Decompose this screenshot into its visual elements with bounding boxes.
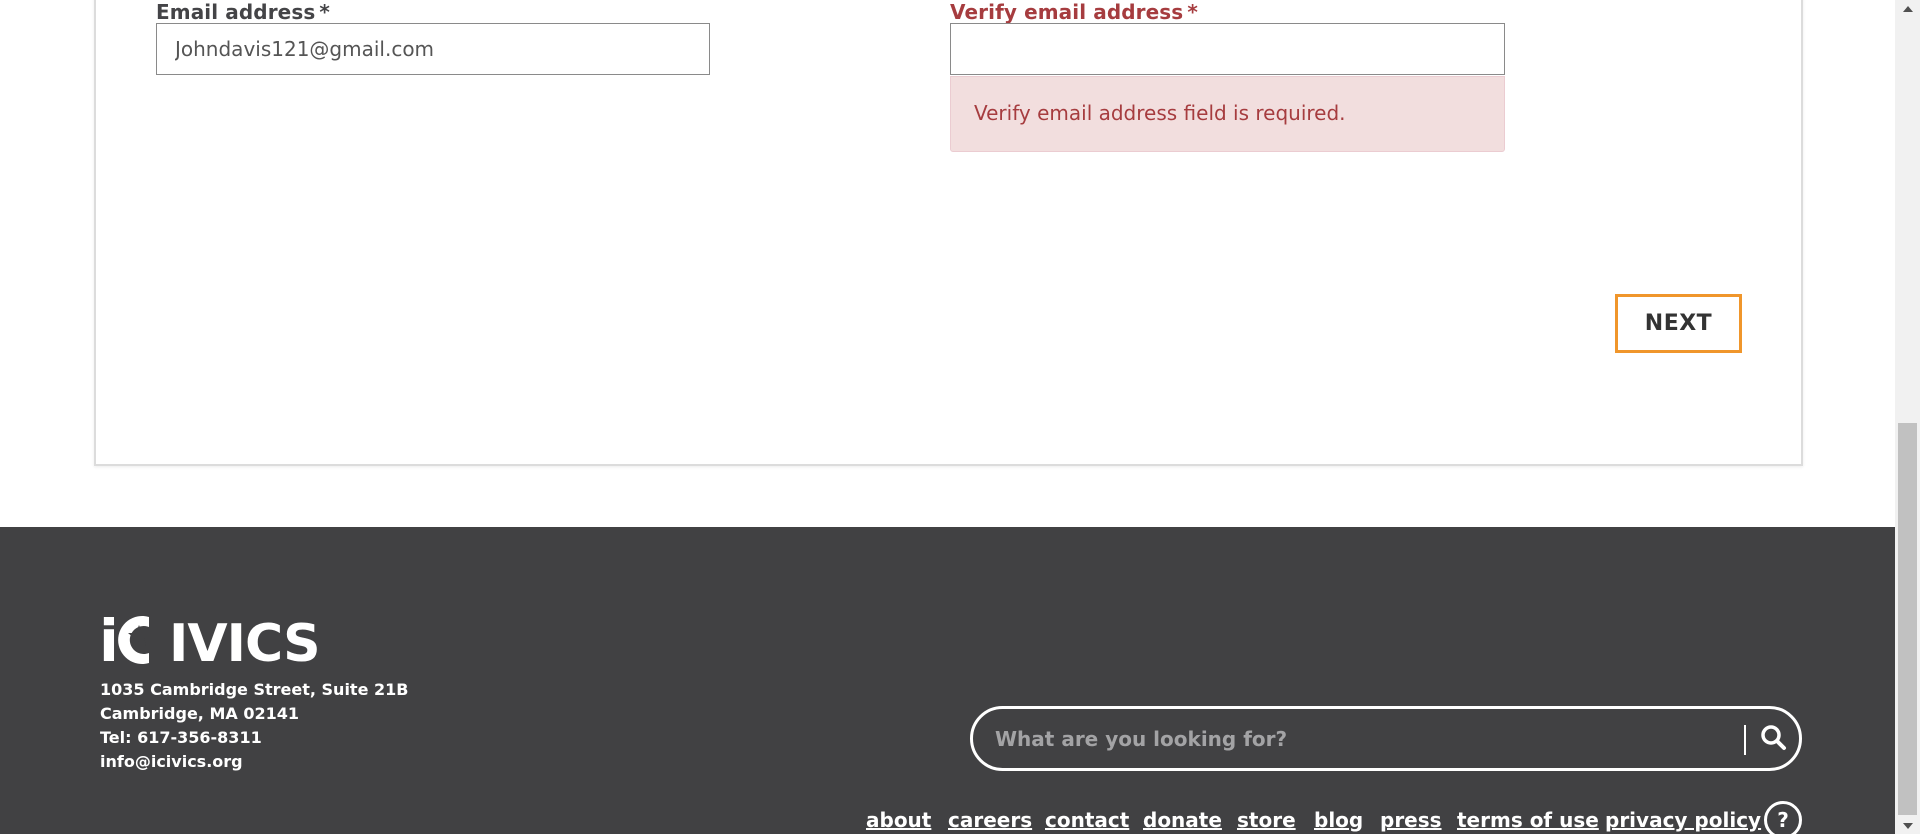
footer-link-privacy-policy[interactable]: privacy policy (1605, 808, 1761, 832)
scrollbar-thumb[interactable] (1898, 423, 1917, 815)
footer-link-press[interactable]: press (1380, 808, 1442, 832)
required-mark: * (1187, 0, 1198, 24)
address-line-2: Cambridge, MA 02141 (100, 704, 299, 723)
address-line-1: 1035 Cambridge Street, Suite 21B (100, 680, 409, 699)
help-icon[interactable]: ? (1764, 801, 1802, 834)
svg-text:i: i (99, 611, 117, 667)
footer-link-terms-of-use[interactable]: terms of use (1457, 808, 1599, 832)
scrollbar[interactable] (1895, 0, 1920, 834)
icivics-logo[interactable]: i IVICS (99, 607, 329, 675)
footer-search (970, 706, 1802, 771)
next-button[interactable]: NEXT (1615, 294, 1742, 353)
footer-link-store[interactable]: store (1237, 808, 1296, 832)
icivics-logo-icon: i IVICS (99, 607, 321, 675)
email-label: Email address * (156, 0, 330, 24)
registration-form-card: Email address* Verify email address* Ver… (94, 0, 1803, 466)
svg-text:IVICS: IVICS (169, 614, 320, 667)
search-icon[interactable] (1757, 721, 1791, 757)
chevron-down-icon[interactable] (1895, 817, 1920, 834)
chevron-up-icon[interactable] (1895, 0, 1920, 17)
footer-link-careers[interactable]: careers (948, 808, 1032, 832)
search-input[interactable] (995, 719, 1715, 759)
footer-link-donate[interactable]: donate (1143, 808, 1222, 832)
page: Email address* Verify email address* Ver… (0, 0, 1895, 834)
footer-link-blog[interactable]: blog (1314, 808, 1363, 832)
required-mark: * (319, 0, 330, 24)
search-divider (1744, 725, 1746, 755)
email-field[interactable] (156, 23, 710, 75)
verify-email-error: Verify email address field is required. (950, 76, 1505, 152)
phone-number: Tel: 617-356-8311 (100, 728, 262, 747)
contact-email-link[interactable]: info@icivics.org (100, 752, 243, 771)
footer-link-about[interactable]: about (866, 808, 931, 832)
footer: i IVICS 1035 Cambridge Street, Suite 21B… (0, 527, 1895, 834)
footer-link-contact[interactable]: contact (1045, 808, 1129, 832)
verify-email-field[interactable] (950, 23, 1505, 75)
verify-email-label: Verify email address * (950, 0, 1198, 24)
